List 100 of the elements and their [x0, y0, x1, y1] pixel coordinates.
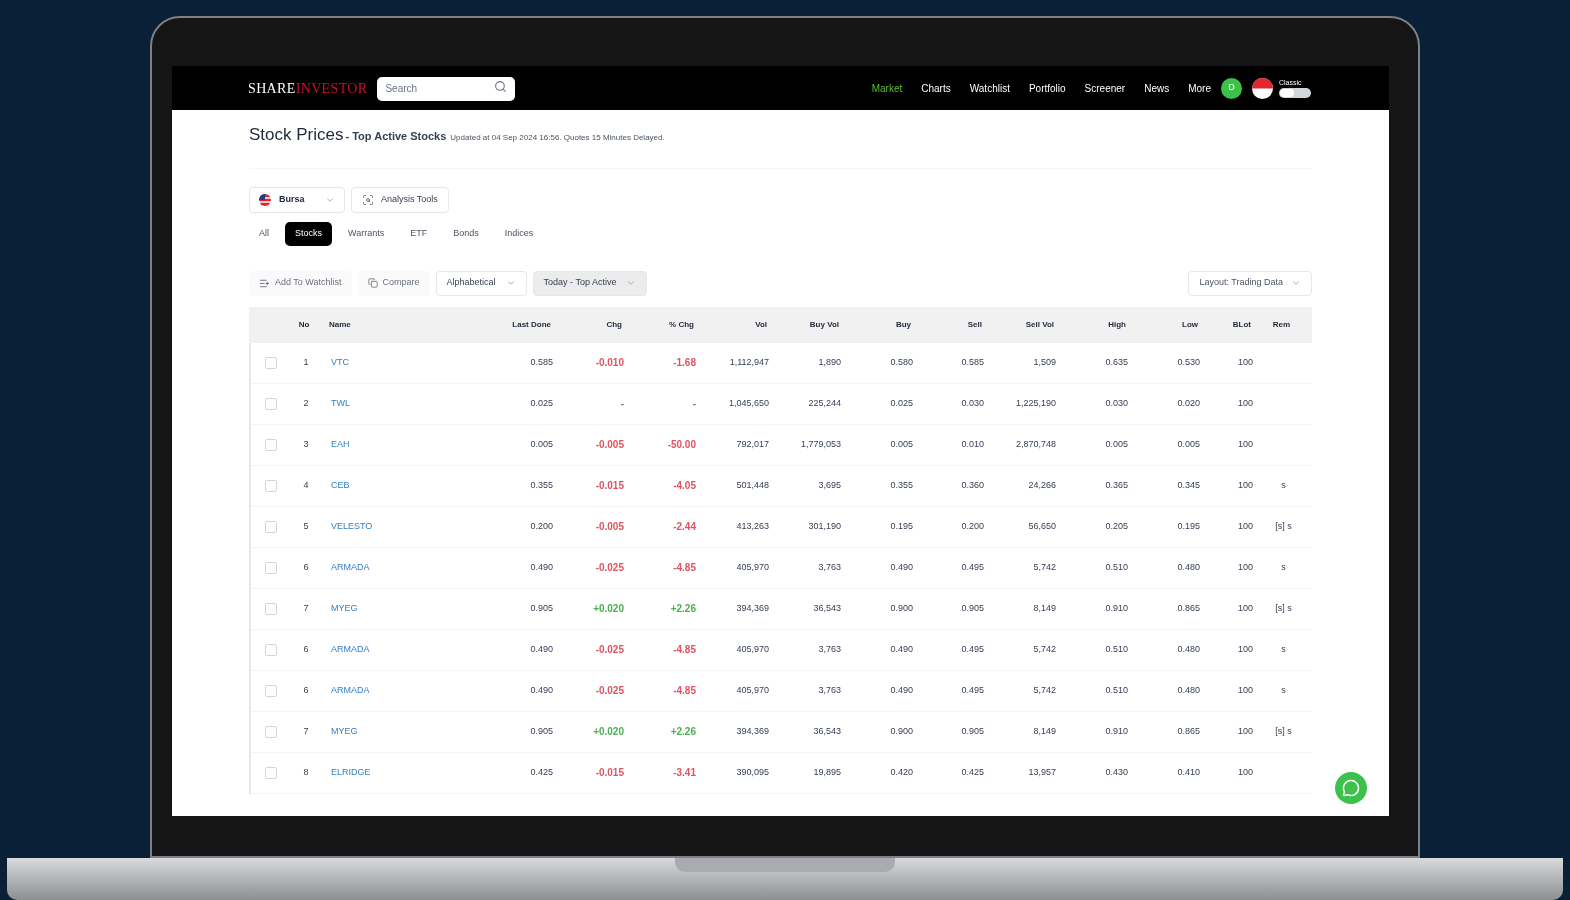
change-value: -	[619, 397, 624, 411]
row-checkbox[interactable]	[265, 684, 277, 697]
flag-icon[interactable]	[1252, 77, 1273, 99]
search-field[interactable]: Search	[377, 76, 516, 101]
stock-link[interactable]: ARMADA	[321, 642, 491, 657]
table-cell-text: 0.005	[889, 437, 913, 451]
table-cell-text: 0.510	[1104, 560, 1128, 574]
table-cell-text: 0.510	[1104, 642, 1128, 656]
table-cell-text: 6	[302, 683, 310, 697]
filter-tab[interactable]: ETF	[400, 221, 438, 246]
table-cell-text: 100	[1236, 724, 1253, 738]
row-checkbox[interactable]	[265, 479, 277, 492]
change-value: -3.41	[672, 766, 696, 780]
stock-link[interactable]: VELESTO	[321, 519, 491, 534]
table-cell-text: 405,970	[735, 642, 769, 656]
nav-link[interactable]: Charts	[921, 80, 951, 96]
filter-tab[interactable]: Warrants	[338, 221, 395, 246]
table-cell-text: 56,650	[1027, 519, 1056, 533]
table-cell-text: 0.905	[529, 724, 553, 738]
table-cell-text: 6	[302, 560, 310, 574]
stock-link[interactable]: EAH	[321, 437, 491, 452]
nav-link[interactable]: Market	[871, 80, 903, 96]
nav-link[interactable]: News	[1144, 80, 1170, 96]
row-checkbox[interactable]	[265, 356, 277, 369]
table-cell-text: 0.495	[960, 560, 984, 574]
change-value: -0.015	[594, 479, 624, 493]
nav-link[interactable]: Screener	[1084, 80, 1126, 96]
table-cell-text: 0.195	[889, 519, 913, 533]
logo[interactable]: SHAREINVESTOR	[248, 77, 368, 99]
table-cell-text: s	[1280, 683, 1287, 697]
change-value: -4.85	[672, 684, 696, 698]
chat-button[interactable]	[1335, 772, 1367, 804]
stock-link[interactable]: MYEG	[321, 724, 491, 739]
stock-link[interactable]: ARMADA	[321, 560, 491, 575]
table-cell-text: 0.490	[529, 560, 553, 574]
change-value: +2.26	[669, 725, 696, 739]
table-cell-text: 405,970	[735, 560, 769, 574]
table-cell-text: 0.410	[1176, 765, 1200, 779]
row-checkbox[interactable]	[265, 725, 277, 738]
filter-tab[interactable]: Bonds	[443, 221, 489, 246]
copy-icon	[367, 278, 378, 288]
stock-link[interactable]: ARMADA	[321, 683, 491, 698]
table-cell-text: 390,095	[735, 765, 769, 779]
table-cell-text: 0.360	[960, 478, 984, 492]
stock-link[interactable]: CEB	[321, 478, 491, 493]
change-value: -0.005	[594, 438, 624, 452]
table-cell-text: 225,244	[807, 396, 841, 410]
table-cell-text: 792,017	[735, 437, 769, 451]
stock-link[interactable]: VTC	[321, 355, 491, 370]
table-cell-text: 4	[302, 478, 310, 492]
nav-link[interactable]: Watchlist	[969, 80, 1010, 96]
row-checkbox[interactable]	[265, 561, 277, 574]
row-checkbox[interactable]	[265, 397, 277, 410]
caret-icon	[505, 278, 516, 288]
table-cell-text: 100	[1236, 355, 1253, 369]
row-checkbox[interactable]	[265, 766, 277, 779]
table-cell-text: 0.585	[960, 355, 984, 369]
table-cell-text: 0.425	[529, 765, 553, 779]
table-cell-text: 0.490	[529, 683, 553, 697]
table-cell-text: 1,045,650	[727, 396, 769, 410]
analysis-tools-button[interactable]: Analysis Tools	[351, 186, 449, 213]
row-checkbox[interactable]	[265, 438, 277, 451]
sort-dropdown[interactable]: Alphabetical	[435, 270, 527, 296]
nav-link[interactable]: Portfolio	[1028, 80, 1066, 96]
stock-link[interactable]: MYEG	[321, 601, 491, 616]
classic-toggle[interactable]	[1279, 88, 1311, 99]
table-cell-text: s	[1280, 642, 1287, 656]
table-cell-text: 0.430	[1104, 765, 1128, 779]
nav-link[interactable]: More	[1188, 80, 1211, 96]
table-cell-text: 1	[302, 355, 310, 369]
stock-link[interactable]: ELRIDGE	[321, 765, 491, 780]
table-cell-text: 100	[1236, 765, 1253, 779]
change-value: -4.05	[672, 479, 696, 493]
change-value: -0.025	[594, 643, 624, 657]
filter-tab[interactable]: Stocks	[285, 221, 333, 246]
row-checkbox[interactable]	[265, 602, 277, 615]
row-checkbox[interactable]	[265, 520, 277, 533]
column-header: Vol	[754, 318, 767, 331]
table-cell-text: 0.480	[1176, 560, 1200, 574]
table-cell-text: 5,742	[1032, 642, 1056, 656]
table-cell-text: 100	[1236, 560, 1253, 574]
stock-link[interactable]: TWL	[321, 396, 491, 411]
table-cell-text: 0.365	[1104, 478, 1128, 492]
column-header: Rem	[1271, 318, 1292, 331]
table-cell-text: 0.420	[889, 765, 913, 779]
filter-tab[interactable]: All	[249, 221, 279, 246]
table-cell-text: 0.635	[1104, 355, 1128, 369]
page-title: Stock Prices	[249, 124, 344, 146]
table-cell-text: 5	[302, 519, 310, 533]
table-cell-text: 3,763	[817, 683, 841, 697]
sort-dropdown[interactable]: Today - Top Active	[532, 270, 648, 296]
layout-dropdown[interactable]: Layout: Trading Data	[1188, 270, 1312, 296]
magnifier-icon	[362, 193, 374, 206]
table-cell-text: 3	[302, 437, 310, 451]
row-checkbox[interactable]	[265, 643, 277, 656]
market-dropdown[interactable]: Bursa	[249, 186, 345, 213]
list-plus-icon	[259, 277, 270, 289]
table-cell-text: 0.490	[889, 642, 913, 656]
table-cell-text: 5,742	[1032, 683, 1056, 697]
filter-tab[interactable]: Indices	[494, 221, 544, 246]
